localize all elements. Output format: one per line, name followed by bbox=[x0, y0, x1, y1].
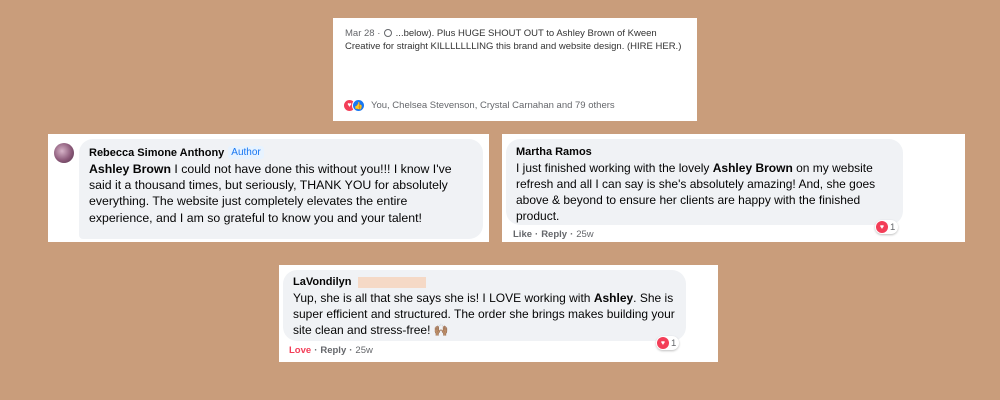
commenter-name[interactable]: Rebecca Simone Anthony bbox=[89, 147, 224, 159]
separator: · bbox=[314, 345, 318, 356]
reaction-count-badge[interactable]: ♥ 1 bbox=[875, 220, 899, 234]
separator: · bbox=[374, 28, 384, 39]
commenter-name-row: Martha Ramos bbox=[516, 146, 893, 158]
like-button[interactable]: Like bbox=[513, 229, 532, 240]
globe-icon bbox=[384, 29, 393, 37]
comment-card-3: Martha Ramos I just finished working wit… bbox=[502, 134, 965, 242]
comment-1-text-block: Mar 28 · ...below). Plus HUGE SHOUT OUT … bbox=[345, 28, 685, 53]
comment-body-start: I just finished working with the lovely bbox=[516, 161, 713, 175]
comment-1-text: ...below). Plus HUGE SHOUT OUT to Ashley… bbox=[345, 28, 682, 52]
comment-card-1: Mar 28 · ...below). Plus HUGE SHOUT OUT … bbox=[333, 18, 697, 121]
comment-bubble: LaVondilyn Yup, she is all that she says… bbox=[283, 270, 686, 341]
comment-text: I just finished working with the lovely … bbox=[516, 160, 893, 224]
commenter-name[interactable]: LaVondilyn bbox=[293, 276, 351, 288]
commenter-name-row: Rebecca Simone Anthony Author bbox=[89, 146, 473, 159]
comment-body-start: Yup, she is all that she says she is! I … bbox=[293, 291, 594, 305]
reaction-count: 1 bbox=[890, 221, 896, 233]
comment-card-2: Rebecca Simone Anthony Author Ashley Bro… bbox=[48, 134, 489, 242]
avatar[interactable] bbox=[54, 143, 74, 163]
separator: · bbox=[535, 229, 539, 240]
reply-button[interactable]: Reply bbox=[541, 229, 567, 240]
comment-actions: Like · Reply · 25w bbox=[513, 229, 594, 240]
comment-bubble: Martha Ramos I just finished working wit… bbox=[506, 139, 903, 225]
like-reaction-icon: 👍 bbox=[352, 99, 365, 112]
separator: · bbox=[570, 229, 574, 240]
reaction-count: 1 bbox=[671, 337, 677, 349]
comment-date[interactable]: Mar 28 bbox=[345, 28, 375, 39]
mention-link[interactable]: Ashley Brown bbox=[713, 161, 793, 175]
comment-time[interactable]: 25w bbox=[355, 345, 372, 356]
comment-card-4: LaVondilyn Yup, she is all that she says… bbox=[279, 265, 718, 362]
comment-bubble: Rebecca Simone Anthony Author Ashley Bro… bbox=[79, 139, 483, 239]
author-badge: Author bbox=[228, 146, 264, 159]
love-button[interactable]: Love bbox=[289, 345, 311, 356]
reaction-summary[interactable]: ♥ 👍 You, Chelsea Stevenson, Crystal Carn… bbox=[343, 99, 615, 112]
separator: · bbox=[349, 345, 353, 356]
heart-reaction-icon: ♥ bbox=[657, 337, 669, 349]
comment-text: Ashley Brown I could not have done this … bbox=[89, 161, 473, 226]
comment-text: Yup, she is all that she says she is! I … bbox=[293, 290, 676, 338]
commenter-name[interactable]: Martha Ramos bbox=[516, 146, 592, 158]
reaction-count-badge[interactable]: ♥ 1 bbox=[656, 336, 680, 350]
reaction-names[interactable]: You, Chelsea Stevenson, Crystal Carnahan… bbox=[371, 100, 615, 111]
mention-link[interactable]: Ashley Brown bbox=[89, 162, 171, 176]
comment-actions: Love · Reply · 25w bbox=[289, 345, 373, 356]
comment-time[interactable]: 25w bbox=[576, 229, 593, 240]
heart-reaction-icon: ♥ bbox=[876, 221, 888, 233]
reply-button[interactable]: Reply bbox=[320, 345, 346, 356]
mention-link[interactable]: Ashley bbox=[594, 291, 633, 305]
commenter-name-row: LaVondilyn bbox=[293, 276, 676, 288]
redacted-surname bbox=[358, 276, 427, 288]
